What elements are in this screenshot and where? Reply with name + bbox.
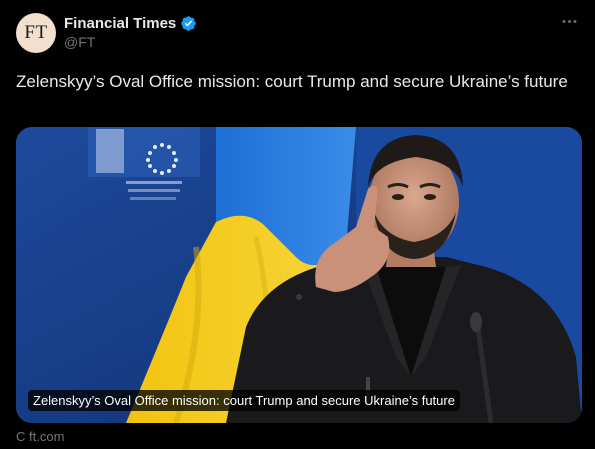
author-handle[interactable]: @FT	[64, 34, 95, 50]
card-caption: Zelenskyy’s Oval Office mission: court T…	[28, 390, 460, 411]
tweet[interactable]: FT Financial Times @FT Zelenskyy’s Oval …	[0, 0, 595, 449]
verified-badge-icon	[180, 15, 197, 32]
tweet-text: Zelenskyy’s Oval Office mission: court T…	[16, 72, 568, 91]
author-name-row: Financial Times	[64, 14, 197, 33]
card-source[interactable]: C ft.com	[16, 429, 64, 444]
link-card[interactable]: Zelenskyy’s Oval Office mission: court T…	[16, 127, 582, 423]
avatar-text: FT	[24, 22, 48, 43]
card-image	[16, 127, 582, 423]
more-button[interactable]	[557, 12, 581, 36]
display-name[interactable]: Financial Times	[64, 15, 176, 32]
avatar[interactable]: FT	[16, 13, 56, 53]
more-horizontal-icon	[560, 12, 579, 36]
